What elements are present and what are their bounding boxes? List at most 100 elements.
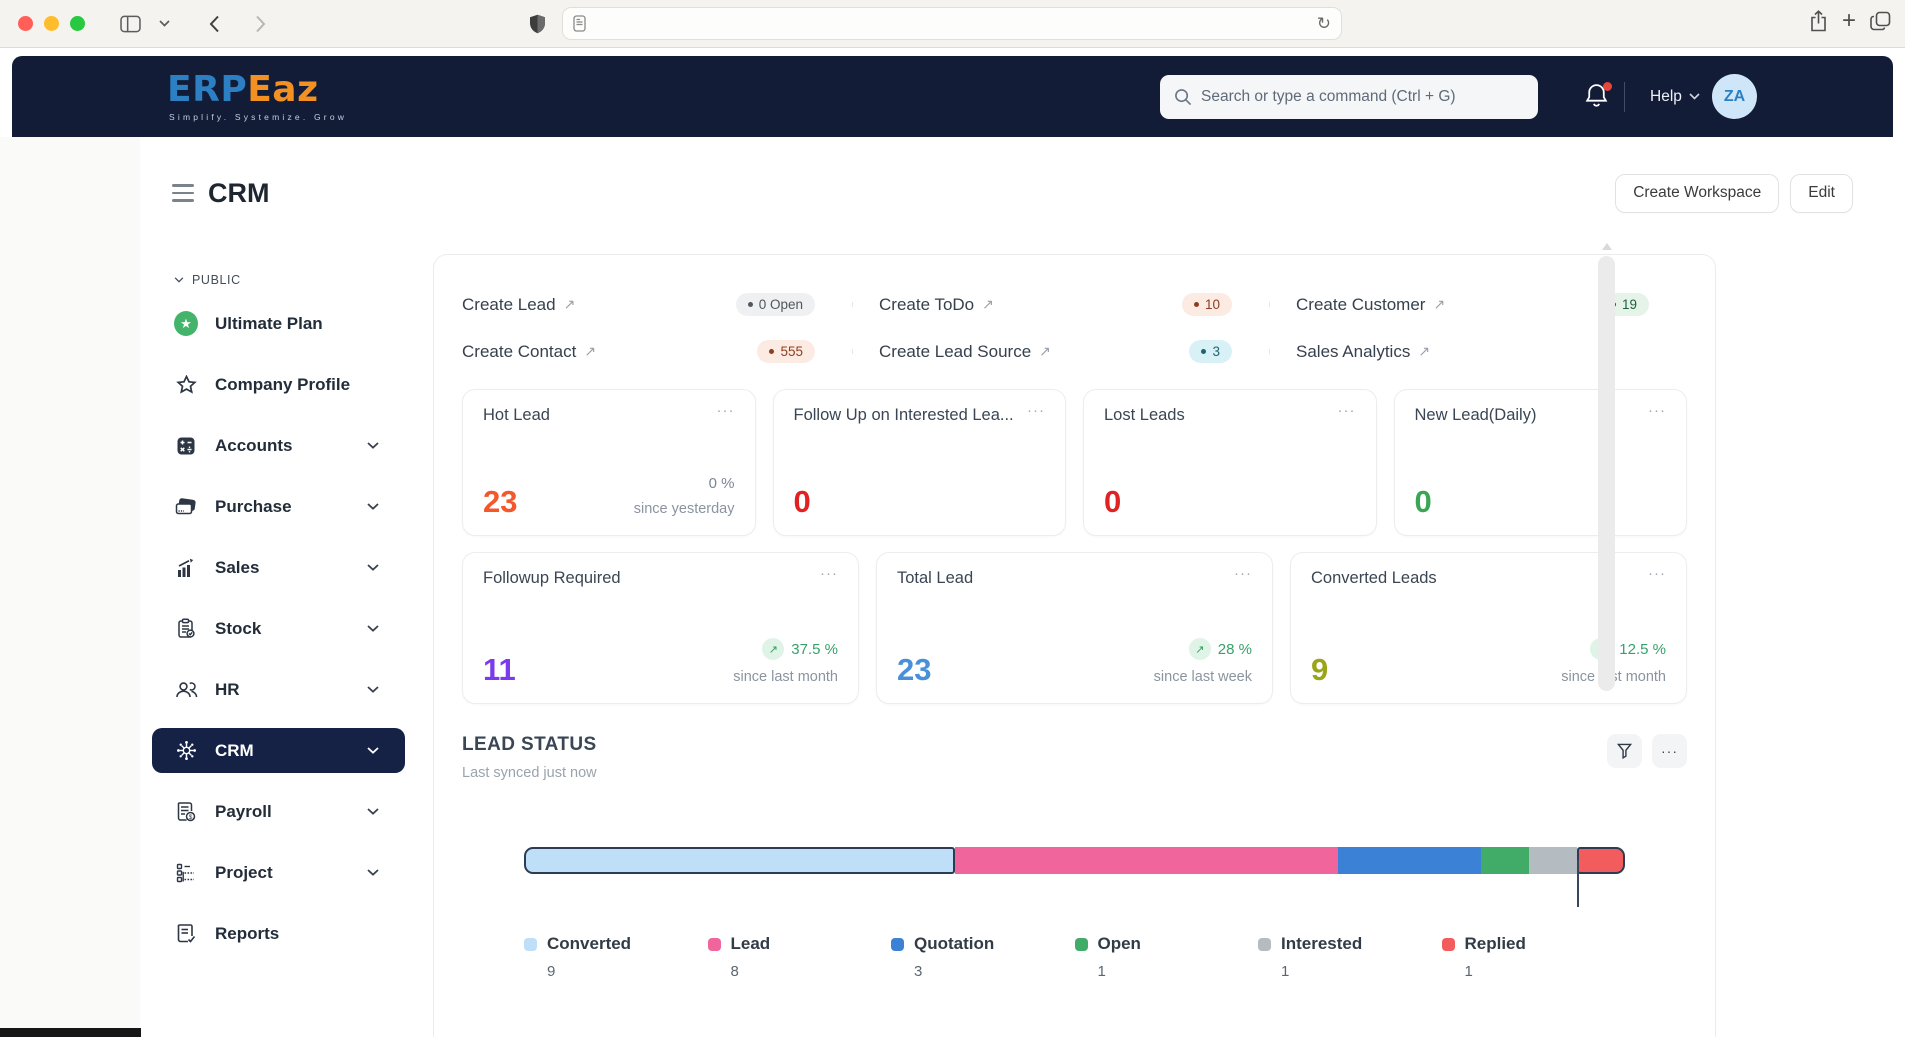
todo-count-badge[interactable]: 10: [1182, 293, 1232, 316]
bar-segment-converted[interactable]: [524, 847, 955, 874]
forward-button-icon[interactable]: [243, 9, 277, 39]
sidebar-chevron-icon[interactable]: [147, 9, 181, 39]
address-bar[interactable]: ↻: [562, 7, 1342, 40]
card-title: Total Lead: [897, 569, 973, 588]
bar-segment-interested[interactable]: [1529, 847, 1577, 874]
link-arrow-icon: ↗: [564, 296, 576, 313]
sidebar-item-accounts[interactable]: Accounts: [152, 415, 405, 476]
chevron-down-icon[interactable]: [367, 747, 379, 754]
card-value: 23: [897, 654, 931, 685]
chevron-down-icon[interactable]: [367, 625, 379, 632]
legend-swatch: [524, 938, 537, 951]
sidebar-section-public[interactable]: PUBLIC: [174, 273, 433, 287]
card-menu-icon[interactable]: ···: [1226, 569, 1252, 578]
sidebar-item-stock[interactable]: Stock: [152, 598, 405, 659]
card-menu-icon[interactable]: ···: [1330, 406, 1356, 415]
sidebar-item-ultimate-plan[interactable]: ★ Ultimate Plan: [152, 293, 405, 354]
star-badge-icon: ★: [174, 311, 198, 336]
legend-item-lead[interactable]: Lead 8: [708, 934, 892, 980]
sidebar-item-label: Project: [215, 863, 273, 883]
page-body: CRM Create Workspace Edit PUBLIC ★ Ultim…: [0, 137, 1905, 1037]
cards-icon: [174, 498, 198, 516]
create-lead-link[interactable]: Create Lead↗: [462, 295, 575, 315]
bar-segment-lead[interactable]: [955, 847, 1338, 874]
legend-count: 9: [524, 963, 708, 980]
global-search-input[interactable]: Search or type a command (Ctrl + G): [1160, 75, 1538, 119]
user-avatar[interactable]: ZA: [1712, 74, 1757, 119]
chevron-down-icon[interactable]: [367, 503, 379, 510]
card-title: Converted Leads: [1311, 569, 1437, 588]
sidebar-item-crm[interactable]: CRM: [152, 728, 405, 773]
create-lead-source-link[interactable]: Create Lead Source↗: [879, 342, 1051, 362]
open-count-badge[interactable]: 0 Open: [736, 293, 815, 316]
logo-tagline: Simplify. Systemize. Grow: [167, 113, 347, 122]
scrollbar-up-arrow[interactable]: [1602, 243, 1612, 250]
create-customer-link[interactable]: Create Customer↗: [1296, 295, 1445, 315]
card-menu-icon[interactable]: ···: [1640, 569, 1666, 578]
chevron-down-icon[interactable]: [367, 686, 379, 693]
legend-item-interested[interactable]: Interested 1: [1258, 934, 1442, 980]
contact-count-badge[interactable]: 555: [757, 340, 815, 363]
sidebar-item-company-profile[interactable]: Company Profile: [152, 354, 405, 415]
legend-swatch: [1442, 938, 1455, 951]
legend-item-converted[interactable]: Converted 9: [524, 934, 708, 980]
window-controls[interactable]: [18, 16, 85, 31]
sidebar-item-project[interactable]: Project: [152, 842, 405, 903]
create-todo-link[interactable]: Create ToDo↗: [879, 295, 994, 315]
card-menu-icon[interactable]: ···: [709, 406, 735, 415]
card-delta: 0 %: [709, 475, 735, 492]
create-workspace-button[interactable]: Create Workspace: [1615, 174, 1779, 213]
back-button-icon[interactable]: [197, 9, 231, 39]
legend-item-quotation[interactable]: Quotation 3: [891, 934, 1075, 980]
card-menu-icon[interactable]: ···: [1640, 406, 1666, 415]
legend-item-replied[interactable]: Replied 1: [1442, 934, 1626, 980]
create-contact-link[interactable]: Create Contact↗: [462, 342, 596, 362]
legend-label: Open: [1098, 934, 1141, 954]
sidebar-item-purchase[interactable]: Purchase: [152, 476, 405, 537]
shortcuts-row-1: Create Lead↗ 0 Open Create ToDo↗ 10 Crea…: [462, 281, 1687, 328]
bar-segment-open[interactable]: [1481, 847, 1529, 874]
help-menu[interactable]: Help: [1650, 88, 1700, 106]
bar-segment-replied[interactable]: [1577, 847, 1625, 874]
notification-dot: [1603, 82, 1612, 91]
reader-view-icon[interactable]: [573, 15, 586, 32]
chart-menu-button[interactable]: ···: [1652, 734, 1687, 768]
new-tab-icon[interactable]: +: [1842, 9, 1856, 33]
notifications-bell-icon[interactable]: [1584, 82, 1614, 112]
tab-overview-icon[interactable]: [1870, 11, 1891, 31]
sidebar-item-payroll[interactable]: $ Payroll: [152, 781, 405, 842]
shortcut-cell: Create Contact↗ 555: [462, 340, 853, 363]
bar-segment-quotation[interactable]: [1338, 847, 1482, 874]
sidebar-collapse-icon[interactable]: [172, 184, 194, 202]
sales-analytics-link[interactable]: Sales Analytics↗: [1296, 342, 1430, 362]
sidebar-item-hr[interactable]: HR: [152, 659, 405, 720]
workspace-header: CRM Create Workspace Edit: [140, 137, 1905, 249]
sidebar-toggle-icon[interactable]: [113, 9, 147, 39]
card-hot-lead: Hot Lead··· 23 0 % since yesterday: [462, 389, 756, 536]
card-menu-icon[interactable]: ···: [812, 569, 838, 578]
share-icon[interactable]: [1809, 10, 1828, 32]
privacy-shield-icon[interactable]: [520, 9, 554, 39]
minimize-window-icon[interactable]: [44, 16, 59, 31]
sidebar-item-sales[interactable]: Sales: [152, 537, 405, 598]
stacked-bar[interactable]: [524, 847, 1625, 874]
legend-label: Lead: [731, 934, 771, 954]
refresh-icon[interactable]: ↻: [1317, 14, 1331, 34]
logo-text-secondary: Eaz: [247, 69, 318, 110]
sidebar-item-reports[interactable]: Reports: [152, 903, 405, 964]
lead-source-count-badge[interactable]: 3: [1189, 340, 1232, 363]
vertical-scrollbar[interactable]: [1598, 256, 1615, 691]
legend-item-open[interactable]: Open 1: [1075, 934, 1259, 980]
chevron-down-icon[interactable]: [367, 808, 379, 815]
card-menu-icon[interactable]: ···: [1019, 406, 1045, 415]
chevron-down-icon[interactable]: [367, 442, 379, 449]
close-window-icon[interactable]: [18, 16, 33, 31]
app-logo[interactable]: ERPEaz Simplify. Systemize. Grow: [167, 72, 347, 122]
chevron-down-icon[interactable]: [367, 869, 379, 876]
filter-button[interactable]: [1607, 734, 1642, 768]
chart-growth-icon: [174, 558, 198, 578]
edit-button[interactable]: Edit: [1790, 174, 1853, 213]
zoom-window-icon[interactable]: [70, 16, 85, 31]
chevron-down-icon[interactable]: [367, 564, 379, 571]
svg-text:$: $: [189, 814, 193, 821]
